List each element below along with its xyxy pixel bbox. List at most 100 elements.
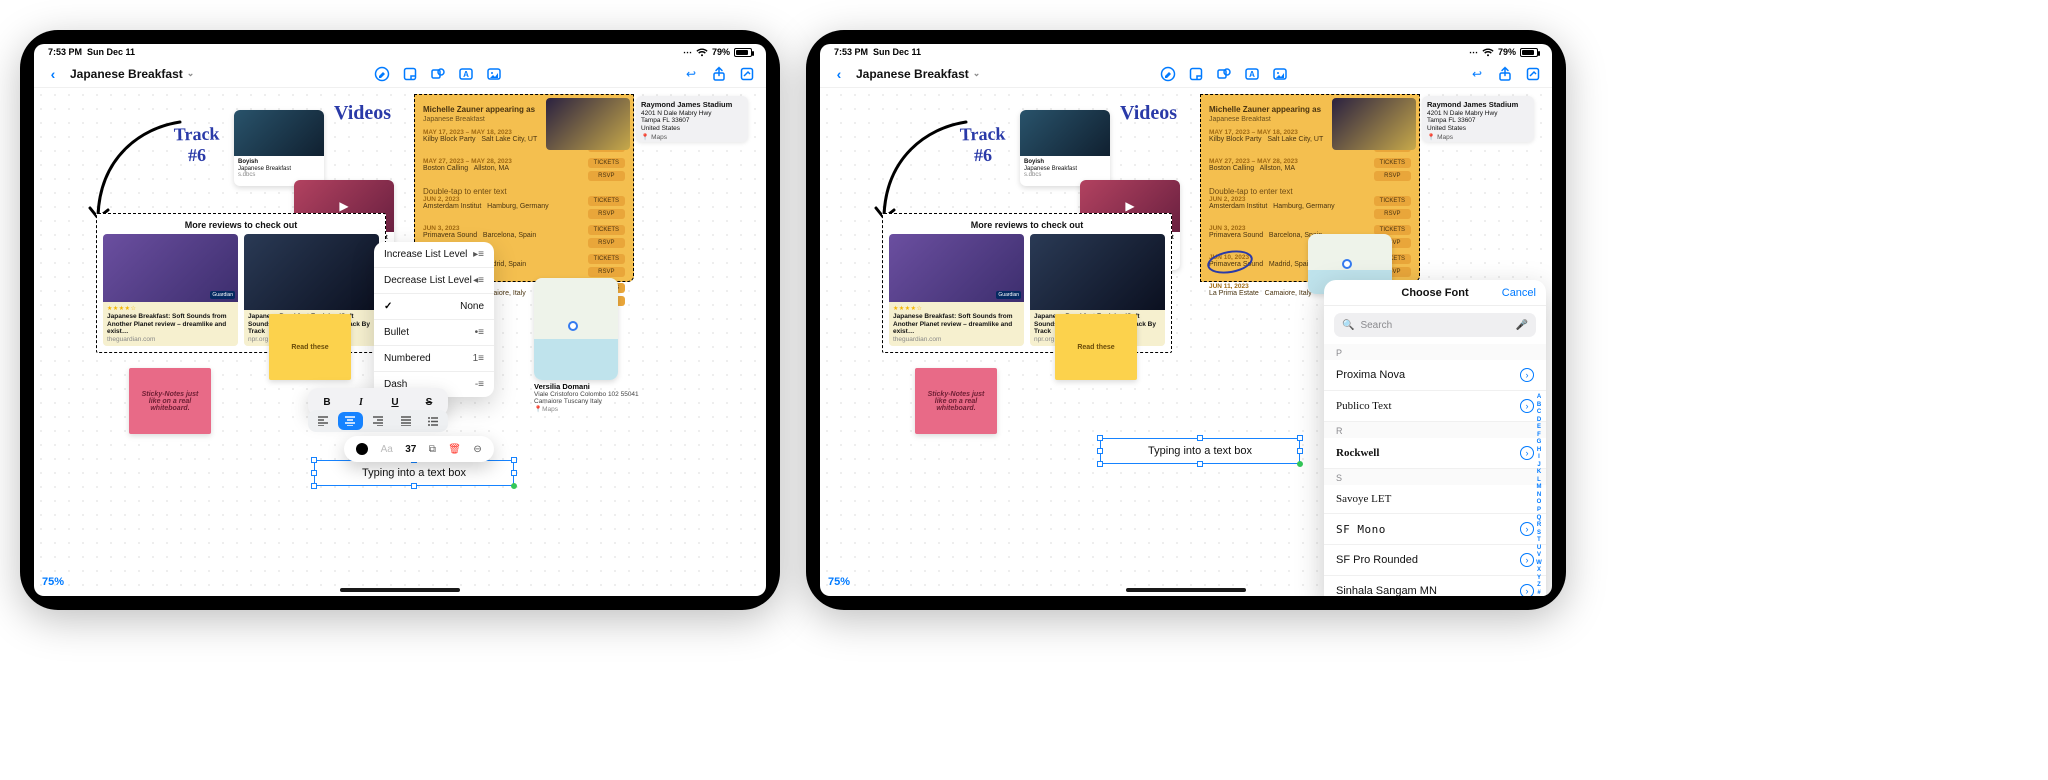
tour-poster-image[interactable] bbox=[1332, 98, 1416, 150]
index-letter[interactable]: # bbox=[1534, 590, 1544, 596]
index-letter[interactable]: X bbox=[1534, 567, 1544, 573]
board-title[interactable]: Japanese Breakfast⌄ bbox=[70, 67, 194, 81]
alphabet-index[interactable]: ABCDEFGHIJKLMNOPQRSTUVWXYZ# bbox=[1534, 394, 1544, 596]
font-search-field[interactable]: 🔍 Search 🎤 bbox=[1334, 313, 1536, 337]
sticky-note-pink[interactable]: Sticky‑Notes just like on a real whitebo… bbox=[915, 368, 997, 434]
pen-tool-icon[interactable] bbox=[1159, 65, 1177, 83]
font-list[interactable]: P Proxima Nova› Publico Text› R Rockwell… bbox=[1324, 344, 1546, 596]
more-icon[interactable]: ⊖ bbox=[473, 444, 481, 455]
pen-tool-icon[interactable] bbox=[373, 65, 391, 83]
align-justify-button[interactable] bbox=[393, 412, 419, 430]
index-letter[interactable]: K bbox=[1534, 469, 1544, 475]
maps-link[interactable]: 📍Maps bbox=[641, 134, 667, 141]
rsvp-button[interactable]: RSVP bbox=[588, 238, 625, 248]
zoom-label[interactable]: 75% bbox=[42, 576, 64, 588]
delete-icon[interactable]: 🗑 bbox=[448, 444, 461, 455]
collab-icon[interactable] bbox=[1524, 65, 1542, 83]
resize-handle[interactable] bbox=[311, 457, 317, 463]
index-letter[interactable]: G bbox=[1534, 439, 1544, 445]
resize-handle[interactable] bbox=[1297, 448, 1303, 454]
font-item[interactable]: Rockwell› bbox=[1324, 438, 1546, 469]
rsvp-button[interactable]: RSVP bbox=[588, 171, 625, 181]
chevron-right-icon[interactable]: › bbox=[1520, 522, 1534, 536]
tickets-button[interactable]: TICKETS bbox=[588, 225, 625, 235]
venue-card[interactable]: Raymond James Stadium 4201 N Dale Mabry … bbox=[1422, 96, 1534, 142]
collab-icon[interactable] bbox=[738, 65, 756, 83]
decrease-list-level[interactable]: Decrease List Level◂≡ bbox=[374, 268, 494, 294]
chevron-right-icon[interactable]: › bbox=[1520, 399, 1534, 413]
index-letter[interactable]: S bbox=[1534, 530, 1544, 536]
link-card-boyish[interactable]: BoyishJapanese Breakfasts.dbcs bbox=[1020, 110, 1110, 186]
font-button[interactable]: Aa bbox=[381, 444, 393, 455]
index-letter[interactable]: Q bbox=[1534, 515, 1544, 521]
resize-handle[interactable] bbox=[411, 483, 417, 489]
selected-textbox[interactable]: Typing into a text box bbox=[1100, 438, 1300, 464]
resize-handle[interactable] bbox=[1097, 448, 1103, 454]
font-item[interactable]: SF Mono› bbox=[1324, 514, 1546, 545]
tour-poster-image[interactable] bbox=[546, 98, 630, 150]
tickets-button[interactable]: TICKETS bbox=[1374, 158, 1411, 168]
index-letter[interactable]: O bbox=[1534, 499, 1544, 505]
font-item[interactable]: Publico Text› bbox=[1324, 391, 1546, 422]
index-letter[interactable]: H bbox=[1534, 447, 1544, 453]
list-button[interactable] bbox=[420, 412, 446, 430]
resize-handle[interactable] bbox=[1097, 435, 1103, 441]
resize-handle[interactable] bbox=[311, 483, 317, 489]
undo-icon[interactable]: ↩︎ bbox=[682, 65, 700, 83]
index-letter[interactable]: I bbox=[1534, 454, 1544, 460]
tickets-button[interactable]: TICKETS bbox=[588, 254, 625, 264]
index-letter[interactable]: U bbox=[1534, 545, 1544, 551]
resize-handle[interactable] bbox=[1197, 435, 1203, 441]
text-tool-icon[interactable]: A bbox=[1243, 65, 1261, 83]
tickets-button[interactable]: TICKETS bbox=[588, 196, 625, 206]
map-card[interactable] bbox=[534, 278, 618, 380]
font-item[interactable]: Proxima Nova› bbox=[1324, 360, 1546, 391]
freeform-canvas[interactable]: 75% Track #6 Videos BoyishJapanese Break… bbox=[820, 88, 1552, 596]
rsvp-button[interactable]: RSVP bbox=[1374, 171, 1411, 181]
index-letter[interactable]: N bbox=[1534, 492, 1544, 498]
review-card[interactable]: Guardian★★★★☆Japanese Breakfast: Soft So… bbox=[889, 234, 1024, 346]
align-right-button[interactable] bbox=[365, 412, 391, 430]
tickets-button[interactable]: TICKETS bbox=[1374, 196, 1411, 206]
chevron-right-icon[interactable]: › bbox=[1520, 446, 1534, 460]
color-swatch[interactable] bbox=[356, 443, 368, 455]
index-letter[interactable]: C bbox=[1534, 409, 1544, 415]
review-card[interactable]: Guardian ★★★★☆Japanese Breakfast: Soft S… bbox=[103, 234, 238, 346]
index-letter[interactable]: P bbox=[1534, 507, 1544, 513]
zoom-label[interactable]: 75% bbox=[828, 576, 850, 588]
sticky-note-pink[interactable]: Sticky‑Notes just like on a real whitebo… bbox=[129, 368, 211, 434]
font-item[interactable]: Sinhala Sangam MN› bbox=[1324, 576, 1546, 596]
duplicate-icon[interactable]: ⧉ bbox=[429, 444, 436, 455]
rsvp-button[interactable]: RSVP bbox=[588, 209, 625, 219]
index-letter[interactable]: B bbox=[1534, 402, 1544, 408]
text-tool-icon[interactable]: A bbox=[457, 65, 475, 83]
media-tool-icon[interactable] bbox=[1271, 65, 1289, 83]
index-letter[interactable]: Z bbox=[1534, 582, 1544, 588]
index-letter[interactable]: L bbox=[1534, 477, 1544, 483]
list-style-bullet[interactable]: Bullet•≡ bbox=[374, 320, 494, 346]
chevron-right-icon[interactable]: › bbox=[1520, 584, 1534, 596]
list-style-none[interactable]: None bbox=[374, 294, 494, 320]
index-letter[interactable]: T bbox=[1534, 537, 1544, 543]
font-item[interactable]: SF Pro Rounded› bbox=[1324, 545, 1546, 576]
freeform-canvas[interactable]: 75% Track #6 Videos BoyishJapanese Break… bbox=[34, 88, 766, 596]
font-size-value[interactable]: 37 bbox=[405, 444, 416, 455]
index-letter[interactable]: Y bbox=[1534, 575, 1544, 581]
chevron-right-icon[interactable]: › bbox=[1520, 553, 1534, 567]
selected-textbox[interactable]: Typing into a text box bbox=[314, 460, 514, 486]
maps-link[interactable]: 📍Maps bbox=[1427, 134, 1453, 141]
back-button[interactable]: ‹ bbox=[830, 65, 848, 83]
index-letter[interactable]: J bbox=[1534, 462, 1544, 468]
increase-list-level[interactable]: Increase List Level▸≡ bbox=[374, 242, 494, 268]
index-letter[interactable]: W bbox=[1534, 560, 1544, 566]
resize-handle[interactable] bbox=[311, 470, 317, 476]
index-letter[interactable]: E bbox=[1534, 424, 1544, 430]
share-icon[interactable] bbox=[1496, 65, 1514, 83]
undo-icon[interactable]: ↩︎ bbox=[1468, 65, 1486, 83]
rsvp-button[interactable]: RSVP bbox=[1374, 209, 1411, 219]
sticky-tool-icon[interactable] bbox=[401, 65, 419, 83]
index-letter[interactable]: M bbox=[1534, 484, 1544, 490]
resize-handle[interactable] bbox=[1297, 435, 1303, 441]
index-letter[interactable]: D bbox=[1534, 417, 1544, 423]
resize-handle[interactable] bbox=[511, 470, 517, 476]
